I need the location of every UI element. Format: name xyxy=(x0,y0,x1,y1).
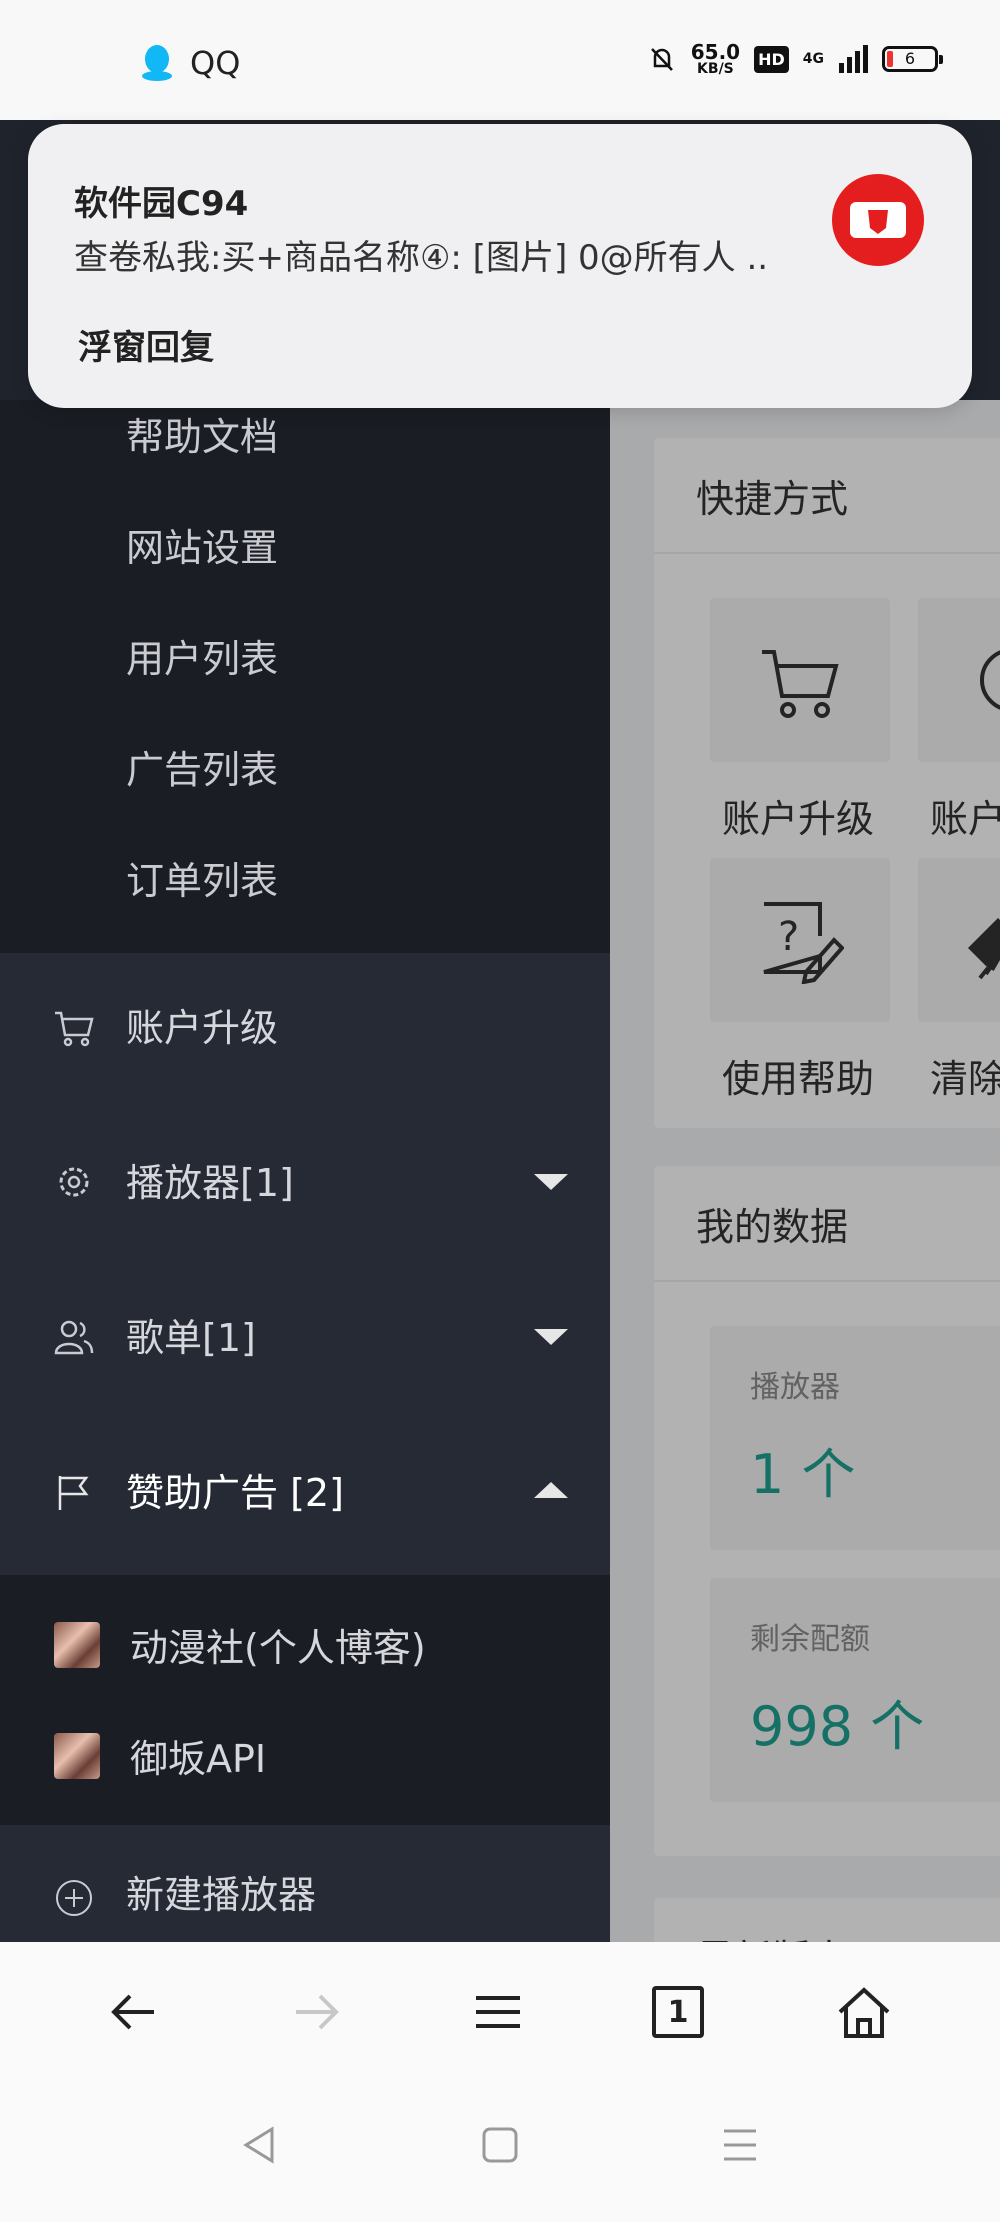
nav-back-icon[interactable] xyxy=(238,2123,282,2167)
status-app-label: QQ xyxy=(190,44,241,82)
home-icon[interactable] xyxy=(834,1982,894,2042)
qq-icon xyxy=(142,45,172,81)
nav-account-upgrade-label: 账户升级 xyxy=(126,1006,279,1050)
network-speed: 65.0 KB/S xyxy=(690,40,741,77)
ad-item-label: 御坂API xyxy=(130,1737,267,1781)
tabs-button[interactable]: 1 xyxy=(652,1986,704,2038)
nav-playlist-label: 歌单[1] xyxy=(126,1316,256,1360)
battery-icon: 6 xyxy=(882,46,943,72)
drawer-overlay[interactable] xyxy=(610,400,1000,1942)
submenu-help-docs[interactable]: 帮助文档 xyxy=(126,406,278,461)
plus-circle-icon xyxy=(56,1880,92,1916)
chevron-up-icon[interactable] xyxy=(534,1482,568,1498)
ad-thumbnail xyxy=(54,1621,100,1668)
status-bar: QQ 65.0 KB/S HD 4G 6 xyxy=(0,0,1000,120)
chevron-down-icon[interactable] xyxy=(534,1329,568,1345)
nav-player-label: 播放器[1] xyxy=(126,1161,294,1205)
hd-badge: HD xyxy=(754,45,789,73)
mute-bell-icon xyxy=(650,48,673,71)
browser-toolbar: 1 xyxy=(0,1942,1000,2087)
nav-playlist[interactable]: 歌单[1] xyxy=(0,1277,610,1397)
nav-home-icon[interactable] xyxy=(478,2123,522,2167)
cart-icon xyxy=(55,1011,94,1047)
notification-title: 软件园C94 xyxy=(74,184,249,224)
notification-banner[interactable]: 软件园C94 查卷私我:买+商品名称④: [图片] 0@所有人 .. 浮窗回复 xyxy=(28,124,972,408)
nav-recents-icon[interactable] xyxy=(718,2123,762,2167)
submenu-ad-list[interactable]: 广告列表 xyxy=(126,739,278,794)
submenu-site-settings[interactable]: 网站设置 xyxy=(126,517,278,572)
ad-item-misaka-api[interactable]: 御坂API xyxy=(54,1728,266,1783)
signal-icon xyxy=(839,45,868,73)
system-navigation xyxy=(0,2087,1000,2222)
flag-icon xyxy=(58,1476,89,1510)
submenu-order-list[interactable]: 订单列表 xyxy=(126,850,278,905)
submenu-top: 帮助文档 网站设置 用户列表 广告列表 订单列表 xyxy=(0,400,610,953)
gear-icon xyxy=(59,1167,89,1197)
nav-new-player-label: 新建播放器 xyxy=(126,1873,317,1917)
floating-reply-button[interactable]: 浮窗回复 xyxy=(78,320,214,369)
chevron-down-icon[interactable] xyxy=(534,1174,568,1190)
ad-item-anime-club[interactable]: 动漫社(个人博客) xyxy=(54,1617,426,1672)
nav-sponsor-ads[interactable]: 赞助广告 [2] xyxy=(0,1432,610,1552)
nav-player[interactable]: 播放器[1] xyxy=(0,1122,610,1242)
nav-account-upgrade[interactable]: 账户升级 xyxy=(0,967,610,1087)
ad-item-label: 动漫社(个人博客) xyxy=(130,1626,426,1670)
status-indicators: 65.0 KB/S HD 4G 6 xyxy=(647,40,943,77)
notification-message: 查卷私我:买+商品名称④: [图片] 0@所有人 .. xyxy=(74,238,769,278)
submenu-user-list[interactable]: 用户列表 xyxy=(126,628,278,683)
menu-icon[interactable] xyxy=(468,1982,528,2042)
badge-logo-icon xyxy=(850,202,906,238)
network-type: 4G xyxy=(802,51,824,67)
ad-thumbnail xyxy=(54,1732,100,1779)
avatar xyxy=(832,174,924,266)
submenu-ads: 动漫社(个人博客) 御坂API xyxy=(0,1575,610,1825)
back-arrow-icon[interactable] xyxy=(104,1982,164,2042)
forward-arrow-icon[interactable] xyxy=(286,1982,346,2042)
nav-sponsor-ads-label: 赞助广告 [2] xyxy=(126,1471,344,1515)
users-icon xyxy=(54,1320,94,1355)
sidebar: 帮助文档 网站设置 用户列表 广告列表 订单列表 账户升级 播放器[1] 歌单[… xyxy=(0,400,610,1942)
